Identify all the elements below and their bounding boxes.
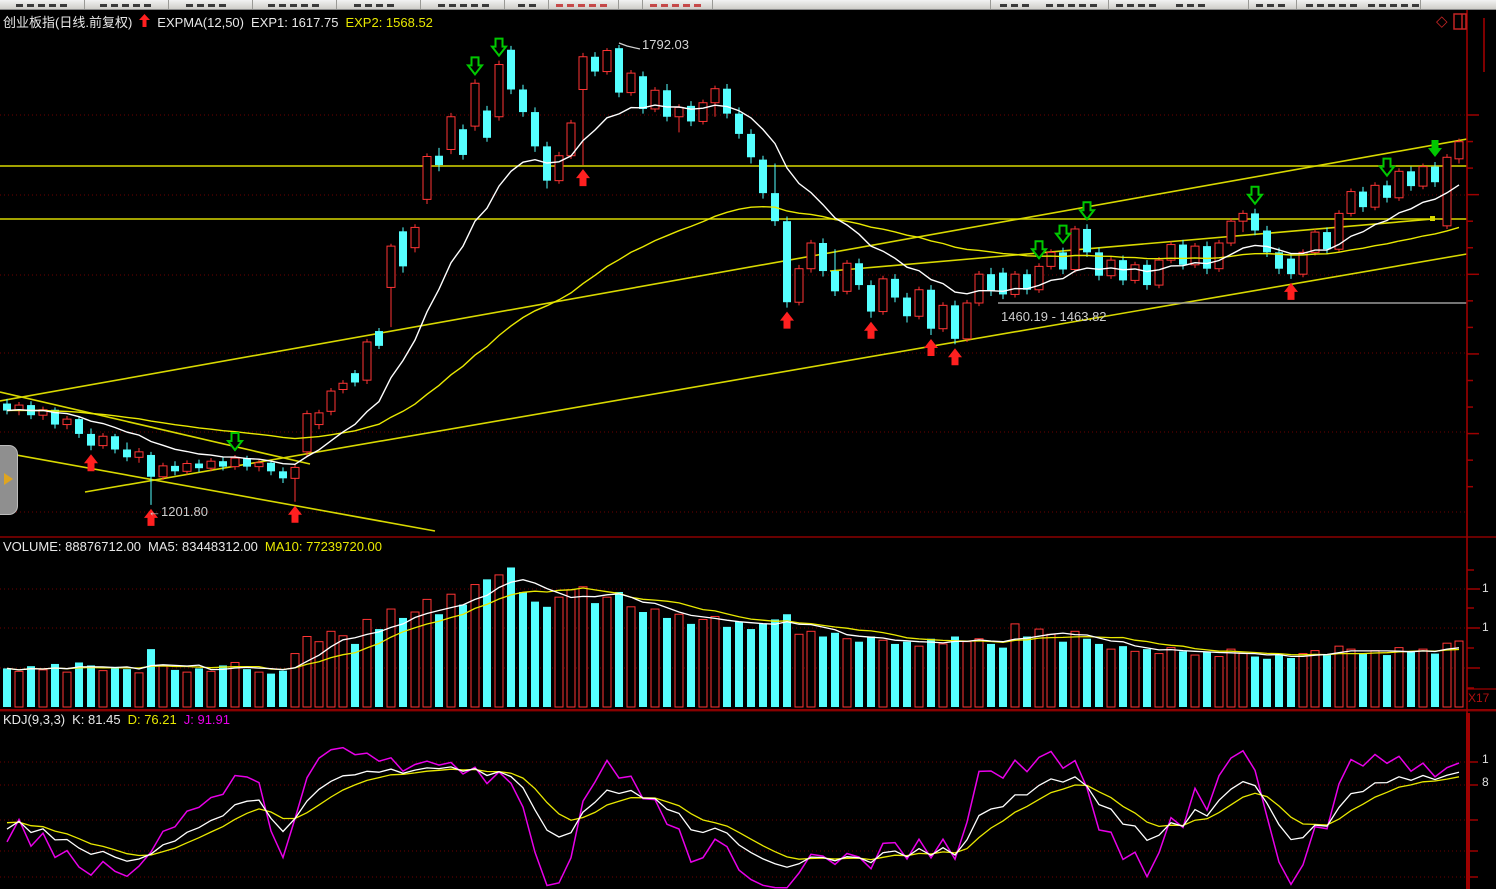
- expand-right-icon: [4, 473, 13, 485]
- kdj-indicator-name: KDJ(9,3,3): [3, 712, 65, 727]
- sell-signal-arrow: [1428, 140, 1442, 157]
- high-label-connector: [619, 43, 640, 49]
- volume-ma10: MA10: 77239720.00: [265, 539, 382, 554]
- buy-signal-arrow: [576, 169, 590, 186]
- buy-signal-arrow: [288, 506, 302, 523]
- window-restore-icon[interactable]: [1453, 13, 1469, 33]
- price-pane-header: 创业板指(日线.前复权) EXPMA(12,50) EXP1: 1617.75 …: [3, 14, 433, 30]
- buy-signal-arrow: [948, 348, 962, 365]
- volume-pane-header: VOLUME: 88876712.00 MA5: 83448312.00 MA1…: [3, 539, 382, 554]
- buy-signal-arrow: [924, 339, 938, 356]
- expma-lines: [7, 105, 1459, 464]
- sell-signal-arrow: [468, 57, 482, 74]
- sell-signal-arrow: [1080, 202, 1094, 219]
- up-arrow-icon: [139, 14, 150, 30]
- sell-signal-arrow: [1380, 159, 1394, 176]
- kdj-lines: [7, 748, 1459, 888]
- buy-signal-arrow: [864, 322, 878, 339]
- kdj-pane-header: KDJ(9,3,3) K: 81.45 D: 76.21 J: 91.91: [3, 712, 230, 727]
- exp1-value: EXP1: 1617.75: [251, 15, 338, 30]
- trend-lines: [0, 139, 1467, 531]
- exp2-value: EXP2: 1568.52: [345, 15, 432, 30]
- signal-arrows: [84, 39, 1442, 526]
- kdj-k-value: K: 81.45: [72, 712, 120, 727]
- gap-range-annotation: 1460.19 - 1463.82: [1001, 309, 1107, 324]
- volume-ma5: MA5: 83448312.00: [148, 539, 258, 554]
- kdj-j-value: J: 91.91: [184, 712, 230, 727]
- indicator-name: EXPMA(12,50): [157, 15, 244, 30]
- trading-app-window: 创业板指(日线.前复权) EXPMA(12,50) EXP1: 1617.75 …: [0, 0, 1496, 889]
- chart-canvas[interactable]: [0, 0, 1496, 889]
- volume-bars: [3, 567, 1463, 707]
- kdj-d-value: D: 76.21: [128, 712, 177, 727]
- volume-axis-label-2: 1: [1482, 620, 1489, 634]
- volume-axis-unit: X17: [1468, 691, 1489, 705]
- buy-signal-arrow: [780, 312, 794, 329]
- kdj-axis-label-2: 8: [1482, 775, 1489, 789]
- gridlines: [0, 115, 1467, 877]
- kdj-axis-label-1: 1: [1482, 752, 1489, 766]
- diamond-tool-icon[interactable]: ◇: [1436, 12, 1448, 30]
- sell-signal-arrow: [1056, 226, 1070, 243]
- sell-signal-arrow: [492, 39, 506, 56]
- volume-axis-label-1: 1: [1482, 581, 1489, 595]
- sell-signal-arrow: [1248, 187, 1262, 204]
- high-price-annotation: 1792.03: [642, 37, 689, 52]
- volume-value: VOLUME: 88876712.00: [3, 539, 141, 554]
- sidebar-expand-tab[interactable]: [0, 445, 18, 515]
- low-price-annotation: ←1201.80: [148, 504, 208, 519]
- page-title: 创业板指(日线.前复权): [3, 15, 132, 30]
